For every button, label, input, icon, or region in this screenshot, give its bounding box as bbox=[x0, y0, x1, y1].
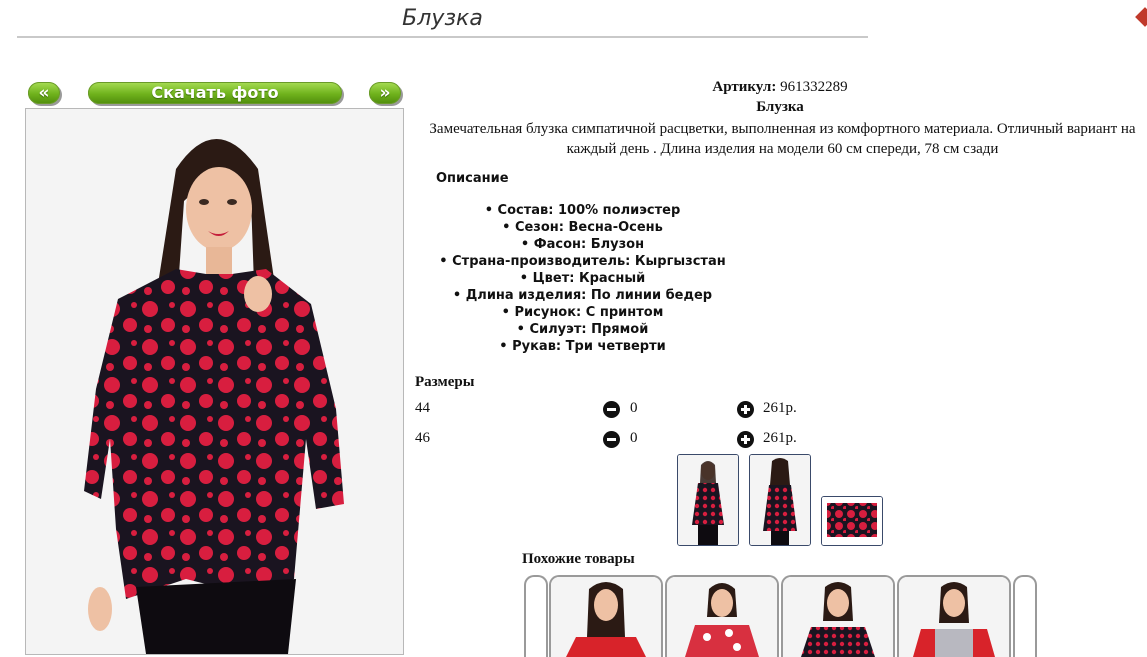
article-line: Артикул: 961332289 bbox=[400, 79, 1147, 96]
quantity-value: 0 bbox=[630, 400, 638, 416]
similar-products-heading: Похожие товары bbox=[522, 551, 635, 567]
size-label: 44 bbox=[415, 400, 430, 416]
attribute-item: Длина изделия: По линии бедер bbox=[415, 287, 750, 304]
attribute-item: Цвет: Красный bbox=[415, 270, 750, 287]
product-description: Замечательная блузка симпатичной расцвет… bbox=[429, 121, 1136, 157]
page-title: Блузка bbox=[402, 6, 483, 31]
size-row: 46 0 261р. bbox=[415, 430, 815, 450]
article-value: 961332289 bbox=[780, 79, 848, 95]
attribute-item: Рисунок: С принтом bbox=[415, 304, 750, 321]
sizes-heading: Размеры bbox=[415, 374, 475, 390]
prev-photo-button[interactable]: « bbox=[28, 82, 60, 104]
attribute-list: Состав: 100% полиэстер Сезон: Весна-Осен… bbox=[415, 202, 750, 355]
download-photo-button[interactable]: Скачать фото bbox=[88, 82, 342, 104]
photo-thumbnail[interactable] bbox=[677, 454, 739, 546]
attribute-item: Силуэт: Прямой bbox=[415, 321, 750, 338]
attribute-item: Фасон: Блузон bbox=[415, 236, 750, 253]
attribute-item: Страна-производитель: Кыргызстан bbox=[415, 253, 750, 270]
article-label: Артикул: bbox=[712, 79, 777, 95]
minus-icon[interactable] bbox=[603, 431, 620, 448]
description-heading: Описание bbox=[436, 171, 509, 186]
quantity-value: 0 bbox=[630, 430, 638, 446]
attribute-item: Состав: 100% полиэстер bbox=[415, 202, 750, 219]
size-label: 46 bbox=[415, 430, 430, 446]
title-divider bbox=[17, 36, 868, 38]
photo-thumbnail[interactable] bbox=[749, 454, 811, 546]
minus-icon[interactable] bbox=[603, 401, 620, 418]
next-photo-button[interactable]: » bbox=[369, 82, 401, 104]
attribute-item: Сезон: Весна-Осень bbox=[415, 219, 750, 236]
plus-icon[interactable] bbox=[737, 431, 754, 448]
size-row: 44 0 261р. bbox=[415, 400, 815, 420]
plus-icon[interactable] bbox=[737, 401, 754, 418]
price-value: 261р. bbox=[763, 400, 797, 416]
attribute-item: Рукав: Три четверти bbox=[415, 338, 750, 355]
price-value: 261р. bbox=[763, 430, 797, 446]
close-icon[interactable] bbox=[1135, 7, 1147, 27]
photo-thumbnail[interactable] bbox=[821, 496, 883, 546]
main-product-photo bbox=[25, 108, 404, 655]
product-name: Блузка bbox=[756, 99, 804, 115]
